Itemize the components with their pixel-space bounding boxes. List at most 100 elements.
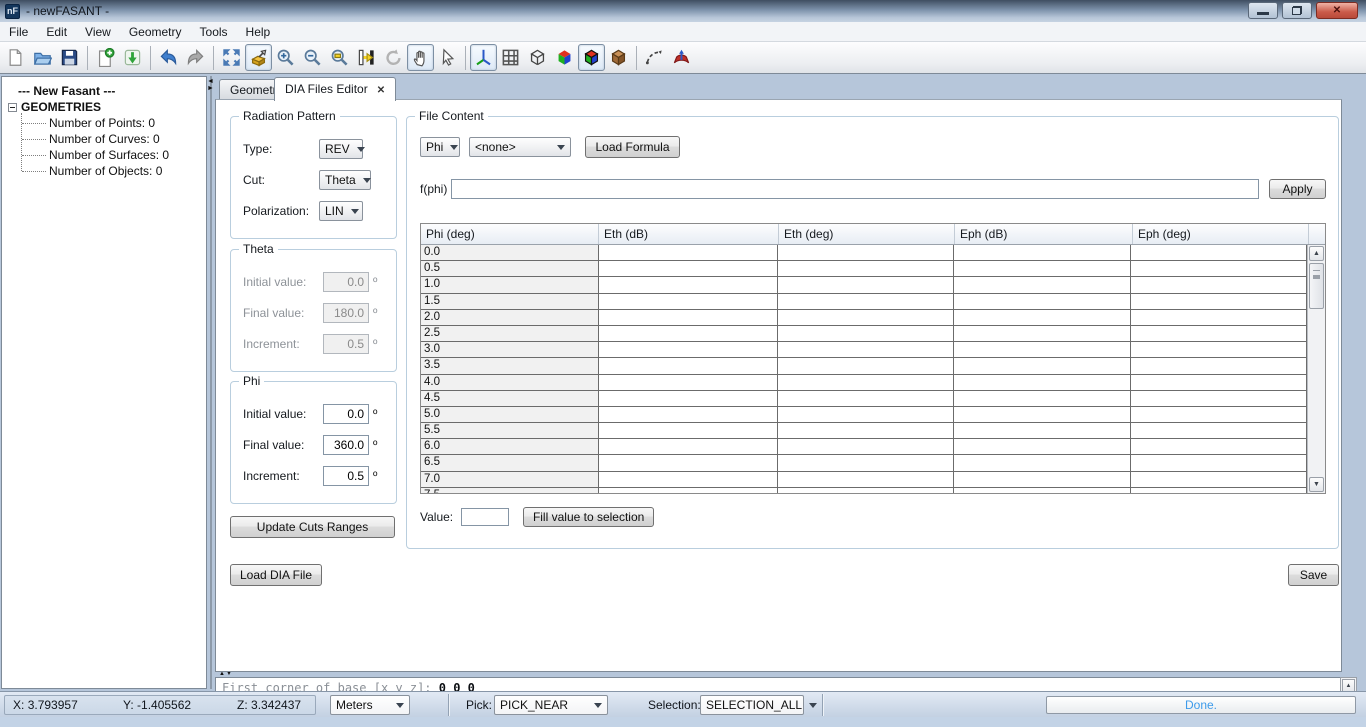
row-header-cell[interactable]: 7.5 xyxy=(421,488,599,493)
cut-combobox[interactable]: Theta xyxy=(319,170,371,190)
minimize-button[interactable] xyxy=(1248,2,1278,19)
save-icon[interactable] xyxy=(56,44,83,71)
table-cell[interactable] xyxy=(1131,261,1307,277)
row-header-cell[interactable]: 3.0 xyxy=(421,342,599,358)
table-cell[interactable] xyxy=(954,342,1132,358)
table-cell[interactable] xyxy=(778,455,954,471)
table-cell[interactable] xyxy=(778,310,954,326)
table-cell[interactable] xyxy=(778,439,954,455)
fphi-input[interactable] xyxy=(451,179,1259,199)
fit-view-icon[interactable] xyxy=(218,44,245,71)
table-cell[interactable] xyxy=(1131,472,1307,488)
row-header-cell[interactable]: 0.0 xyxy=(421,245,599,261)
table-column-header[interactable]: Eph (dB) xyxy=(955,224,1133,244)
table-cell[interactable] xyxy=(778,407,954,423)
table-cell[interactable] xyxy=(954,277,1132,293)
row-header-cell[interactable]: 2.5 xyxy=(421,326,599,342)
table-cell[interactable] xyxy=(778,326,954,342)
table-cell[interactable] xyxy=(599,455,779,471)
import-icon[interactable] xyxy=(119,44,146,71)
tree-item[interactable]: Number of Points: 0 xyxy=(21,115,206,131)
load-formula-button[interactable]: Load Formula xyxy=(585,136,680,158)
table-cell[interactable] xyxy=(599,358,779,374)
table-cell[interactable] xyxy=(1131,488,1307,493)
restore-button[interactable] xyxy=(1282,2,1312,19)
table-cell[interactable] xyxy=(778,342,954,358)
tree-node-geometries[interactable]: GEOMETRIES xyxy=(8,99,206,115)
row-header-cell[interactable]: 0.5 xyxy=(421,261,599,277)
table-cell[interactable] xyxy=(954,326,1132,342)
table-cell[interactable] xyxy=(954,455,1132,471)
table-cell[interactable] xyxy=(599,472,779,488)
selection-combobox[interactable]: SELECTION_ALL xyxy=(700,695,804,715)
splitter-collapse-icons[interactable]: ◄► xyxy=(207,78,214,92)
table-cell[interactable] xyxy=(599,342,779,358)
wireframe-cube-icon[interactable] xyxy=(524,44,551,71)
shaded-edges-cube-icon[interactable] xyxy=(578,44,605,71)
zoom-out-icon[interactable] xyxy=(299,44,326,71)
collapse-icon[interactable] xyxy=(8,103,17,112)
table-cell[interactable] xyxy=(599,277,779,293)
row-header-cell[interactable]: 6.5 xyxy=(421,455,599,471)
scrollbar-thumb[interactable] xyxy=(1309,263,1324,309)
row-header-cell[interactable]: 6.0 xyxy=(421,439,599,455)
tab-dia-files-editor[interactable]: DIA Files Editor✕ xyxy=(274,77,396,101)
table-cell[interactable] xyxy=(1131,439,1307,455)
update-cuts-ranges-button[interactable]: Update Cuts Ranges xyxy=(230,516,395,538)
axes-icon[interactable] xyxy=(470,44,497,71)
table-cell[interactable] xyxy=(954,375,1132,391)
textured-cube-icon[interactable] xyxy=(605,44,632,71)
shaded-cube-icon[interactable] xyxy=(551,44,578,71)
table-cell[interactable] xyxy=(1131,326,1307,342)
units-combobox[interactable]: Meters xyxy=(330,695,410,715)
apply-button[interactable]: Apply xyxy=(1269,179,1326,199)
table-column-header[interactable]: Eth (deg) xyxy=(779,224,955,244)
table-cell[interactable] xyxy=(954,310,1132,326)
table-cell[interactable] xyxy=(599,310,779,326)
table-cell[interactable] xyxy=(599,407,779,423)
table-scrollbar[interactable]: ▲ ▼ xyxy=(1307,245,1325,493)
menu-item-file[interactable]: File xyxy=(0,22,37,42)
table-cell[interactable] xyxy=(954,423,1132,439)
table-cell[interactable] xyxy=(1131,294,1307,310)
menu-item-edit[interactable]: Edit xyxy=(37,22,76,42)
table-cell[interactable] xyxy=(599,488,779,493)
row-header-cell[interactable]: 4.0 xyxy=(421,375,599,391)
table-cell[interactable] xyxy=(599,439,779,455)
perspective-view-icon[interactable] xyxy=(245,44,272,71)
fill-value-button[interactable]: Fill value to selection xyxy=(523,507,654,527)
row-header-cell[interactable]: 2.0 xyxy=(421,310,599,326)
surface-normal-icon[interactable] xyxy=(668,44,695,71)
pan-icon[interactable] xyxy=(407,44,434,71)
table-cell[interactable] xyxy=(778,358,954,374)
tab-close-icon[interactable]: ✕ xyxy=(377,80,385,102)
table-cell[interactable] xyxy=(778,472,954,488)
menu-item-view[interactable]: View xyxy=(76,22,120,42)
table-cell[interactable] xyxy=(1131,277,1307,293)
table-cell[interactable] xyxy=(1131,423,1307,439)
table-cell[interactable] xyxy=(1131,245,1307,261)
table-cell[interactable] xyxy=(1131,375,1307,391)
close-button[interactable]: ✕ xyxy=(1316,2,1358,19)
formula-combobox[interactable]: <none> xyxy=(469,137,571,157)
table-cell[interactable] xyxy=(778,488,954,493)
table-cell[interactable] xyxy=(778,277,954,293)
table-cell[interactable] xyxy=(1131,391,1307,407)
table-cell[interactable] xyxy=(778,294,954,310)
series-combobox[interactable]: Phi xyxy=(420,137,460,157)
tree-item[interactable]: Number of Curves: 0 xyxy=(21,131,206,147)
value-input[interactable] xyxy=(461,508,509,526)
table-cell[interactable] xyxy=(954,294,1132,310)
table-cell[interactable] xyxy=(599,423,779,439)
undo-icon[interactable] xyxy=(155,44,182,71)
row-header-cell[interactable]: 3.5 xyxy=(421,358,599,374)
table-cell[interactable] xyxy=(599,326,779,342)
table-cell[interactable] xyxy=(778,375,954,391)
row-header-cell[interactable]: 1.5 xyxy=(421,294,599,310)
row-header-cell[interactable]: 1.0 xyxy=(421,277,599,293)
table-cell[interactable] xyxy=(954,261,1132,277)
table-cell[interactable] xyxy=(778,391,954,407)
table-cell[interactable] xyxy=(954,439,1132,455)
table-cell[interactable] xyxy=(778,423,954,439)
panel-splitter[interactable]: ◄► xyxy=(208,76,214,689)
